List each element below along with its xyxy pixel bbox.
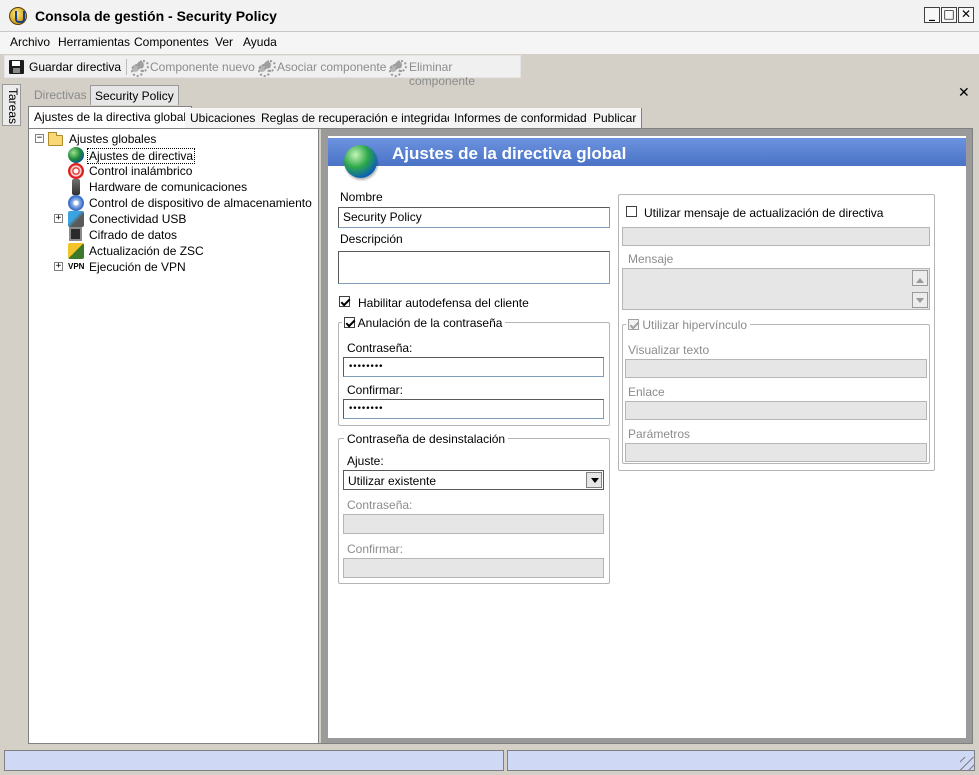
setting-select-value: Utilizar existente	[348, 474, 437, 488]
password-label: Contraseña:	[347, 341, 413, 355]
hardware-icon	[72, 179, 80, 195]
window-title: Consola de gestión - Security Policy	[35, 8, 277, 24]
link-input[interactable]	[625, 401, 927, 420]
tab-recovery-rules[interactable]: Reglas de recuperación e integridad	[256, 108, 460, 128]
scroll-up-icon[interactable]	[912, 270, 928, 286]
folder-icon	[48, 132, 63, 146]
hyperlink-label: Utilizar hipervínculo	[642, 318, 748, 332]
expand-vpn-icon[interactable]: +	[54, 262, 63, 271]
resize-grip-icon[interactable]	[960, 757, 974, 771]
uninstall-password-input[interactable]	[343, 514, 604, 534]
save-icon[interactable]	[9, 60, 24, 74]
usb-icon	[68, 211, 84, 227]
uninstall-confirm-label: Confirmar:	[347, 542, 404, 556]
minimize-button[interactable]: _	[924, 7, 940, 23]
save-policy-button[interactable]: Guardar directiva	[29, 60, 121, 74]
name-label: Nombre	[340, 190, 383, 204]
tab-publish[interactable]: Publicar	[588, 108, 643, 128]
panel-tabs: Ajustes de la directiva global Ubicacion…	[28, 106, 968, 128]
display-text-label: Visualizar texto	[628, 343, 710, 357]
tab-directivas[interactable]: Directivas	[30, 85, 91, 105]
name-input[interactable]: Security Policy	[338, 207, 610, 228]
message-textarea[interactable]	[622, 268, 930, 310]
status-bar	[0, 746, 979, 775]
link-label: Enlace	[628, 385, 665, 399]
delete-component-button[interactable]: Eliminar componente	[409, 60, 520, 88]
override-checkbox[interactable]	[344, 317, 355, 328]
globe-header-icon	[344, 145, 377, 178]
menu-archivo[interactable]: Archivo	[10, 35, 50, 49]
self-defense-label: Habilitar autodefensa del cliente	[358, 296, 529, 310]
chevron-down-icon[interactable]	[586, 472, 602, 488]
confirm-input[interactable]: ••••••••	[343, 399, 604, 419]
confirm-label: Confirmar:	[347, 383, 404, 397]
page-title: Ajustes de la directiva global	[392, 144, 627, 163]
disk-icon	[68, 195, 84, 211]
vpn-icon: VPN	[68, 262, 85, 271]
uninstall-password-label: Contraseña:	[347, 498, 413, 512]
app-logo-icon	[9, 7, 27, 25]
parameters-input[interactable]	[625, 443, 927, 462]
description-input[interactable]	[338, 251, 610, 284]
menu-ayuda[interactable]: Ayuda	[243, 35, 277, 49]
hyperlink-checkbox[interactable]	[628, 319, 639, 330]
display-text-input[interactable]	[625, 359, 927, 378]
update-message-label: Utilizar mensaje de actualización de dir…	[644, 206, 884, 220]
menu-ver[interactable]: Ver	[215, 35, 233, 49]
parameters-label: Parámetros	[628, 427, 691, 441]
message-label: Mensaje	[628, 252, 674, 266]
setting-label: Ajuste:	[347, 454, 384, 468]
scroll-down-icon[interactable]	[912, 292, 928, 308]
tasks-side-tab[interactable]: Tareas	[2, 84, 21, 126]
encryption-icon	[69, 227, 82, 241]
new-component-button[interactable]: Componente nuevo	[150, 60, 255, 74]
tab-compliance-reports[interactable]: Informes de conformidad	[449, 108, 593, 128]
tab-global-settings[interactable]: Ajustes de la directiva global	[28, 106, 193, 128]
description-label: Descripción	[340, 232, 403, 246]
menu-herramientas[interactable]: Herramientas	[58, 35, 130, 49]
password-input[interactable]: ••••••••	[343, 357, 604, 377]
update-message-checkbox[interactable]	[626, 206, 637, 217]
collapse-root-icon[interactable]: −	[35, 134, 44, 143]
setting-select[interactable]: Utilizar existente	[343, 470, 604, 490]
expand-usb-icon[interactable]: +	[54, 214, 63, 223]
close-window-button[interactable]: ✕	[958, 7, 974, 23]
menu-componentes[interactable]: Componentes	[134, 35, 209, 49]
close-document-icon[interactable]: ✕	[958, 85, 970, 101]
uninstall-confirm-input[interactable]	[343, 558, 604, 578]
settings-tree: − Ajustes globales Ajustes de directiva …	[29, 129, 319, 743]
title-bar: Consola de gestión - Security Policy _ □…	[0, 0, 979, 32]
toolbar: Guardar directiva Componente nuevo Asoci…	[4, 55, 521, 88]
hyperlink-legend: Utilizar hipervínculo	[626, 318, 751, 332]
toolbar-separator	[126, 59, 127, 75]
uninstall-password-legend: Contraseña de desinstalación	[344, 432, 509, 446]
menu-bar: Archivo Herramientas Componentes Ver Ayu…	[0, 32, 979, 54]
self-defense-checkbox[interactable]	[339, 296, 350, 307]
associate-component-icon	[257, 60, 276, 77]
new-component-icon	[130, 60, 149, 77]
override-label: Anulación de la contraseña	[357, 316, 503, 330]
associate-component-button[interactable]: Asociar componente	[277, 60, 386, 74]
zsc-update-icon	[68, 243, 84, 259]
update-message-input[interactable]	[622, 227, 930, 246]
tab-locations[interactable]: Ubicaciones	[185, 108, 262, 128]
delete-component-icon	[388, 60, 407, 77]
wireless-icon	[68, 163, 84, 179]
password-override-legend: Anulación de la contraseña	[342, 316, 506, 330]
tab-security-policy[interactable]: Security Policy	[90, 85, 179, 105]
globe-icon	[68, 147, 84, 163]
status-pane-right	[507, 750, 975, 771]
status-pane-left	[4, 750, 504, 771]
tasks-side-tab-label: Tareas	[6, 88, 20, 125]
maximize-button[interactable]: □	[941, 7, 957, 23]
